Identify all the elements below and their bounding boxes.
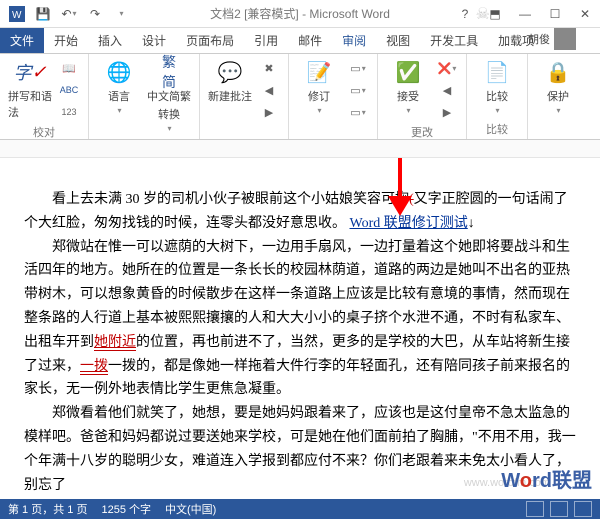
- tab-file[interactable]: 文件: [0, 28, 44, 53]
- tab-design[interactable]: 设计: [132, 28, 176, 53]
- skull-decoration: ☠: [476, 4, 490, 24]
- delete-comment-icon[interactable]: ✖: [258, 58, 280, 78]
- ribbon: 字✓ 拼写和语法 📖 ABC 123 校对 🌐 语言 ▾ 繁简 中文简繁 转换▾: [0, 54, 600, 140]
- watermark-logo: Word联盟: [501, 464, 592, 493]
- status-page[interactable]: 第 1 页，共 1 页: [8, 501, 87, 517]
- word-icon[interactable]: W: [6, 3, 28, 25]
- tab-home[interactable]: 开始: [44, 28, 88, 53]
- reject-icon[interactable]: ❌▾: [436, 58, 458, 78]
- protect-button[interactable]: 🔒 保护▾: [536, 58, 580, 115]
- language-button[interactable]: 🌐 语言 ▾: [97, 58, 141, 115]
- document-area[interactable]: 看上去未满 30 岁的司机小伙子被眼前这个小姑娘笑容可掬(又字正腔圆的一句话闹了…: [0, 158, 600, 500]
- group-proofing: 字✓ 拼写和语法 📖 ABC 123 校对: [0, 54, 89, 139]
- maximize-icon[interactable]: ☐: [540, 0, 570, 28]
- window-controls: ? ⬒ — ☐ ✕: [450, 0, 600, 28]
- new-comment-button[interactable]: 💬 新建批注: [208, 58, 252, 104]
- status-lang[interactable]: 中文(中国): [165, 501, 216, 517]
- track-icon: 📝: [305, 58, 333, 86]
- tab-dev[interactable]: 开发工具: [420, 28, 488, 53]
- spelling-icon: 字✓: [16, 58, 44, 86]
- group-protect: 🔒 保护▾: [528, 54, 588, 139]
- qat-customize-icon[interactable]: ▾: [110, 3, 132, 25]
- comment-icon: 💬: [216, 58, 244, 86]
- thesaurus-icon[interactable]: 📖: [58, 58, 80, 78]
- document-content[interactable]: 看上去未满 30 岁的司机小伙子被眼前这个小姑娘笑容可掬(又字正腔圆的一句话闹了…: [24, 188, 576, 497]
- prev-change-icon[interactable]: ◀: [436, 80, 458, 100]
- ribbon-tabs: 文件 开始 插入 设计 页面布局 引用 邮件 审阅 视图 开发工具 加载项 胡俊: [0, 28, 600, 54]
- prev-comment-icon[interactable]: ◀: [258, 80, 280, 100]
- accept-button[interactable]: ✅ 接受▾: [386, 58, 430, 115]
- compare-icon: 📄: [483, 58, 511, 86]
- ruler[interactable]: [0, 140, 600, 158]
- spelling-button[interactable]: 字✓ 拼写和语法: [8, 58, 52, 120]
- group-changes-label: 更改: [386, 122, 458, 140]
- next-change-icon[interactable]: ▶: [436, 102, 458, 122]
- convert-icon: 繁简: [155, 58, 183, 86]
- next-comment-icon[interactable]: ▶: [258, 102, 280, 122]
- group-changes: ✅ 接受▾ ❌▾ ◀ ▶ 更改: [378, 54, 467, 139]
- statusbar: 第 1 页，共 1 页 1255 个字 中文(中国): [0, 499, 600, 519]
- group-proof-label: 校对: [8, 122, 80, 140]
- globe-icon: 🌐: [105, 58, 133, 86]
- compare-button[interactable]: 📄 比较▾: [475, 58, 519, 115]
- tab-view[interactable]: 视图: [376, 28, 420, 53]
- group-compare-label: 比较: [475, 119, 519, 137]
- tab-insert[interactable]: 插入: [88, 28, 132, 53]
- group-comments: 💬 新建批注 ✖ ◀ ▶: [200, 54, 289, 139]
- status-words[interactable]: 1255 个字: [101, 501, 151, 517]
- convert-button[interactable]: 繁简 中文简繁 转换▾: [147, 58, 191, 133]
- tab-review[interactable]: 审阅: [332, 28, 376, 53]
- minimize-icon[interactable]: —: [510, 0, 540, 28]
- paragraph-1: 看上去未满 30 岁的司机小伙子被眼前这个小姑娘笑容可掬(又字正腔圆的一句话闹了…: [24, 188, 576, 236]
- tab-references[interactable]: 引用: [244, 28, 288, 53]
- user-name: 胡俊: [528, 31, 550, 47]
- paragraph-2: 郑微站在惟一可以遮荫的大树下，一边用手扇风，一边打量着这个她即将要战斗和生活四年…: [24, 236, 576, 403]
- group-compare: 📄 比较▾ 比较: [467, 54, 528, 139]
- markup-dropdown[interactable]: ▭▾: [347, 80, 369, 100]
- track-changes-button[interactable]: 📝 修订▾: [297, 58, 341, 115]
- group-tracking: 📝 修订▾ ▭▾ ▭▾ ▭▾: [289, 54, 378, 139]
- tab-layout[interactable]: 页面布局: [176, 28, 244, 53]
- pane-dropdown[interactable]: ▭▾: [347, 102, 369, 122]
- titlebar: W 💾 ↶▾ ↷ ▾ 文档2 [兼容模式] - Microsoft Word ☠…: [0, 0, 600, 28]
- display-dropdown[interactable]: ▭▾: [347, 58, 369, 78]
- wordcount-icon[interactable]: 123: [58, 102, 80, 122]
- svg-text:W: W: [12, 10, 22, 21]
- view-read-icon[interactable]: [526, 501, 544, 517]
- close-icon[interactable]: ✕: [570, 0, 600, 28]
- undo-icon[interactable]: ↶▾: [58, 3, 80, 25]
- revision-link[interactable]: Word 联盟修订测试: [350, 216, 468, 231]
- quick-access-toolbar: W 💾 ↶▾ ↷ ▾: [0, 3, 132, 25]
- view-print-icon[interactable]: [550, 501, 568, 517]
- accept-icon: ✅: [394, 58, 422, 86]
- lock-icon: 🔒: [544, 58, 572, 86]
- save-icon[interactable]: 💾: [32, 3, 54, 25]
- spelling-label: 拼写和语法: [8, 88, 52, 120]
- tab-mail[interactable]: 邮件: [288, 28, 332, 53]
- user-profile[interactable]: 胡俊: [528, 28, 576, 50]
- view-web-icon[interactable]: [574, 501, 592, 517]
- redo-icon[interactable]: ↷: [84, 3, 106, 25]
- avatar: [554, 28, 576, 50]
- group-language: 🌐 语言 ▾ 繁简 中文简繁 转换▾: [89, 54, 200, 139]
- abc-icon[interactable]: ABC: [58, 80, 80, 100]
- window-title: 文档2 [兼容模式] - Microsoft Word: [210, 5, 390, 22]
